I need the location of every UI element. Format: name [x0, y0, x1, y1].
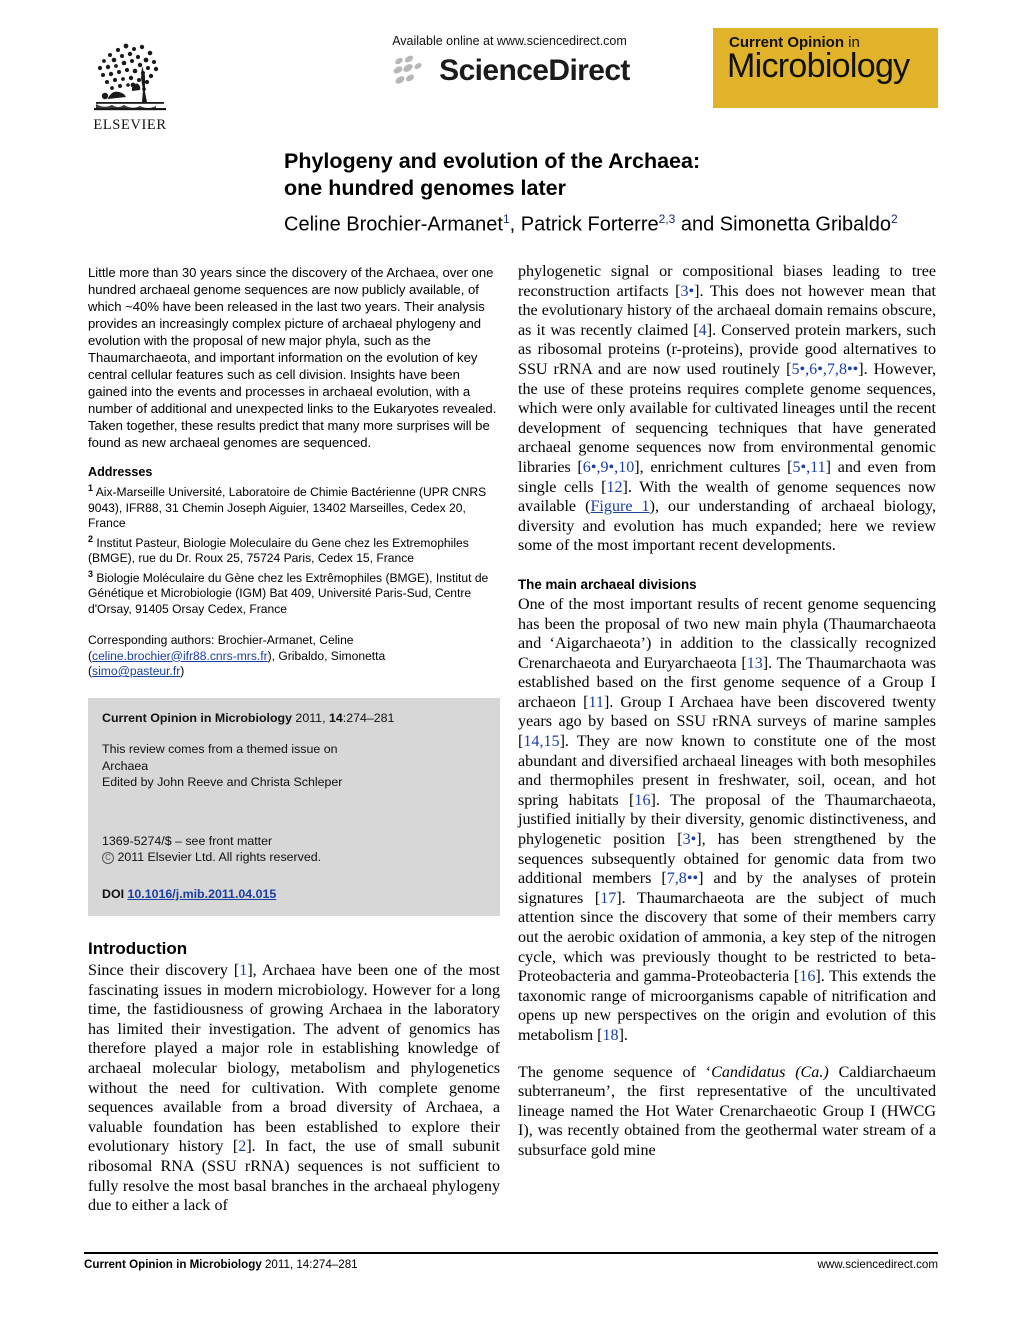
- author-3-name: Simonetta Gribaldo: [719, 213, 891, 236]
- address-marker-3: 3: [88, 568, 94, 579]
- left-column: Little more than 30 years since the disc…: [88, 264, 500, 1216]
- journal-article-page: ELSEVIER Available online at www.science…: [0, 0, 1020, 1323]
- citation-ref-511[interactable]: 5•,11: [792, 459, 825, 476]
- main-divisions-paragraph-2: The genome sequence of ‘Candidatus (Ca.)…: [518, 1063, 936, 1161]
- journal-citation-pages: :274–281: [342, 710, 395, 725]
- doi-label: DOI: [102, 886, 125, 901]
- addresses-list: 1 Aix-Marseille Université, Laboratoire …: [88, 481, 500, 617]
- author-list: Celine Brochier-Armanet1, Patrick Forter…: [284, 206, 939, 238]
- corresponding-email-1[interactable]: celine.brochier@ifr88.cnrs-mrs.fr: [92, 649, 268, 663]
- citation-ref-18[interactable]: 18: [602, 1027, 618, 1044]
- citation-ref-12[interactable]: 12: [606, 479, 622, 496]
- citation-ref-13[interactable]: 13: [747, 655, 763, 672]
- doi-line: DOI 10.1016/j.mib.2011.04.015: [102, 886, 486, 903]
- address-text-1: Aix-Marseille Université, Laboratoire de…: [88, 485, 487, 531]
- sciencedirect-logo: Available online at www.sciencedirect.co…: [337, 34, 682, 88]
- author-2-name: Patrick Forterre: [520, 213, 659, 236]
- themed-issue-line1: This review comes from a themed issue on: [102, 742, 338, 757]
- author-2-affiliation-marker: 2,3: [658, 212, 676, 226]
- footer-website[interactable]: www.sciencedirect.com: [818, 1258, 938, 1271]
- themed-issue-note: This review comes from a themed issue on…: [102, 741, 486, 791]
- address-item-2: 2 Institut Pasteur, Biologie Moleculaire…: [88, 532, 500, 567]
- citation-ref-3[interactable]: 3•: [680, 283, 694, 300]
- doi-link[interactable]: 10.1016/j.mib.2011.04.015: [127, 887, 276, 901]
- corresponding-authors: Corresponding authors: Brochier-Armanet,…: [88, 633, 386, 679]
- title-block: Phylogeny and evolution of the Archaea: …: [284, 148, 939, 238]
- front-matter-text: 1369-5274/$ – see front matter: [102, 833, 273, 848]
- citation-ref-11[interactable]: 11: [588, 694, 604, 711]
- author-1-affiliation-marker: 1: [502, 212, 510, 226]
- citation-ref-4[interactable]: 4: [699, 322, 707, 339]
- page-title: Phylogeny and evolution of the Archaea: …: [284, 148, 939, 202]
- intro-p1-part-a: Since their discovery [: [88, 962, 240, 980]
- journal-citation-year: 2011,: [291, 710, 329, 725]
- abstract-text: Little more than 30 years since the disc…: [88, 265, 497, 450]
- citation-ref-78[interactable]: 7,8••: [667, 870, 698, 887]
- author-1-name: Celine Brochier-Armanet: [284, 213, 503, 236]
- author-separator-1: ,: [509, 213, 521, 236]
- page-footer: Current Opinion in Microbiology 2011, 14…: [84, 1258, 938, 1271]
- journal-citation-name: Current Opinion in Microbiology: [102, 710, 292, 725]
- figure-1-link[interactable]: Figure 1: [590, 498, 649, 515]
- citation-ref-6910[interactable]: 6•,9•,10: [583, 459, 635, 476]
- author-3-affiliation-marker: 2: [890, 212, 898, 226]
- sciencedirect-wordmark: ScienceDirect: [439, 54, 630, 87]
- citation-ref-16b[interactable]: 16: [799, 968, 815, 985]
- copyright-icon: C: [102, 852, 114, 865]
- section-heading-introduction: Introduction: [88, 939, 188, 959]
- corresponding-email-2[interactable]: simo@pasteur.fr: [92, 664, 180, 678]
- citation-ref-16a[interactable]: 16: [634, 792, 650, 809]
- footer-divider: [84, 1252, 938, 1254]
- citation-ref-3b[interactable]: 3•: [683, 831, 697, 848]
- journal-citation-volume: 14: [328, 710, 343, 725]
- candidatus-italic: Candidatus (Ca.): [711, 1063, 829, 1081]
- elsevier-wordmark: ELSEVIER: [93, 117, 167, 133]
- citation-ref-17[interactable]: 17: [600, 890, 616, 907]
- md-p2-part-a: The genome sequence of ‘: [518, 1063, 712, 1081]
- elsevier-logo: ELSEVIER: [82, 24, 178, 134]
- available-online-text: Available online at www.sciencedirect.co…: [392, 34, 627, 48]
- corresponding-label: Corresponding authors: Brochier-Armanet,…: [88, 633, 354, 648]
- main-divisions-paragraph-1: One of the most important results of rec…: [518, 595, 936, 1046]
- citation-ref-5678[interactable]: 5•,6•,7,8••: [791, 361, 858, 378]
- intro-p1-part-b: ], Archaea have been one of the most fas…: [88, 962, 501, 1156]
- journal-logo-line2: Microbiology: [727, 47, 910, 85]
- address-item-1: 1 Aix-Marseille Université, Laboratoire …: [88, 481, 500, 532]
- journal-info-box: Current Opinion in Microbiology 2011, 14…: [88, 697, 500, 917]
- address-item-3: 3 Biologie Moléculaire du Gène chez les …: [88, 567, 500, 618]
- article-title-line1: Phylogeny and evolution of the Archaea:: [284, 149, 701, 173]
- citation-ref-1415[interactable]: 14,15: [523, 733, 559, 750]
- themed-issue-line2: Archaea: [102, 758, 149, 773]
- introduction-paragraph-1: Since their discovery [1], Archaea have …: [88, 961, 500, 1216]
- footer-citation: Current Opinion in Microbiology 2011, 14…: [84, 1258, 358, 1271]
- address-marker-1: 1: [88, 483, 94, 493]
- front-matter-block: 1369-5274/$ – see front matter C 2011 El…: [102, 833, 486, 866]
- address-text-2: Institut Pasteur, Biologie Moleculaire d…: [88, 535, 469, 566]
- footer-journal-name: Current Opinion in Microbiology: [84, 1258, 262, 1271]
- corresponding-mid: ), Gribaldo, Simonetta: [267, 648, 386, 663]
- introduction-paragraph-2: phylogenetic signal or compositional bia…: [518, 262, 936, 556]
- masthead: ELSEVIER Available online at www.science…: [82, 24, 938, 136]
- elsevier-tree-icon: [88, 36, 172, 116]
- copyright-text: 2011 Elsevier Ltd. All rights reserved.: [117, 850, 322, 865]
- article-title-line2: one hundred genomes later: [284, 176, 566, 200]
- right-column: phylogenetic signal or compositional bia…: [518, 262, 936, 1161]
- issue-editors: Edited by John Reeve and Christa Schlepe…: [102, 775, 343, 790]
- section-heading-main-archaeal-divisions: The main archaeal divisions: [518, 576, 697, 592]
- addresses-heading: Addresses: [88, 465, 153, 479]
- intro-p2-part-e: ], enrichment cultures [: [634, 458, 793, 476]
- md-p1-part-j: ].: [618, 1026, 628, 1044]
- author-separator-2: and: [675, 213, 720, 236]
- sciencedirect-swoosh-icon: [389, 54, 435, 88]
- journal-logo: Current Opinion in Microbiology: [713, 28, 938, 108]
- journal-citation: Current Opinion in Microbiology 2011, 14…: [102, 710, 486, 727]
- address-text-3: Biologie Moléculaire du Gène chez les Ex…: [88, 570, 489, 616]
- address-marker-2: 2: [88, 533, 94, 544]
- footer-citation-detail: 2011, 14:274–281: [261, 1258, 358, 1271]
